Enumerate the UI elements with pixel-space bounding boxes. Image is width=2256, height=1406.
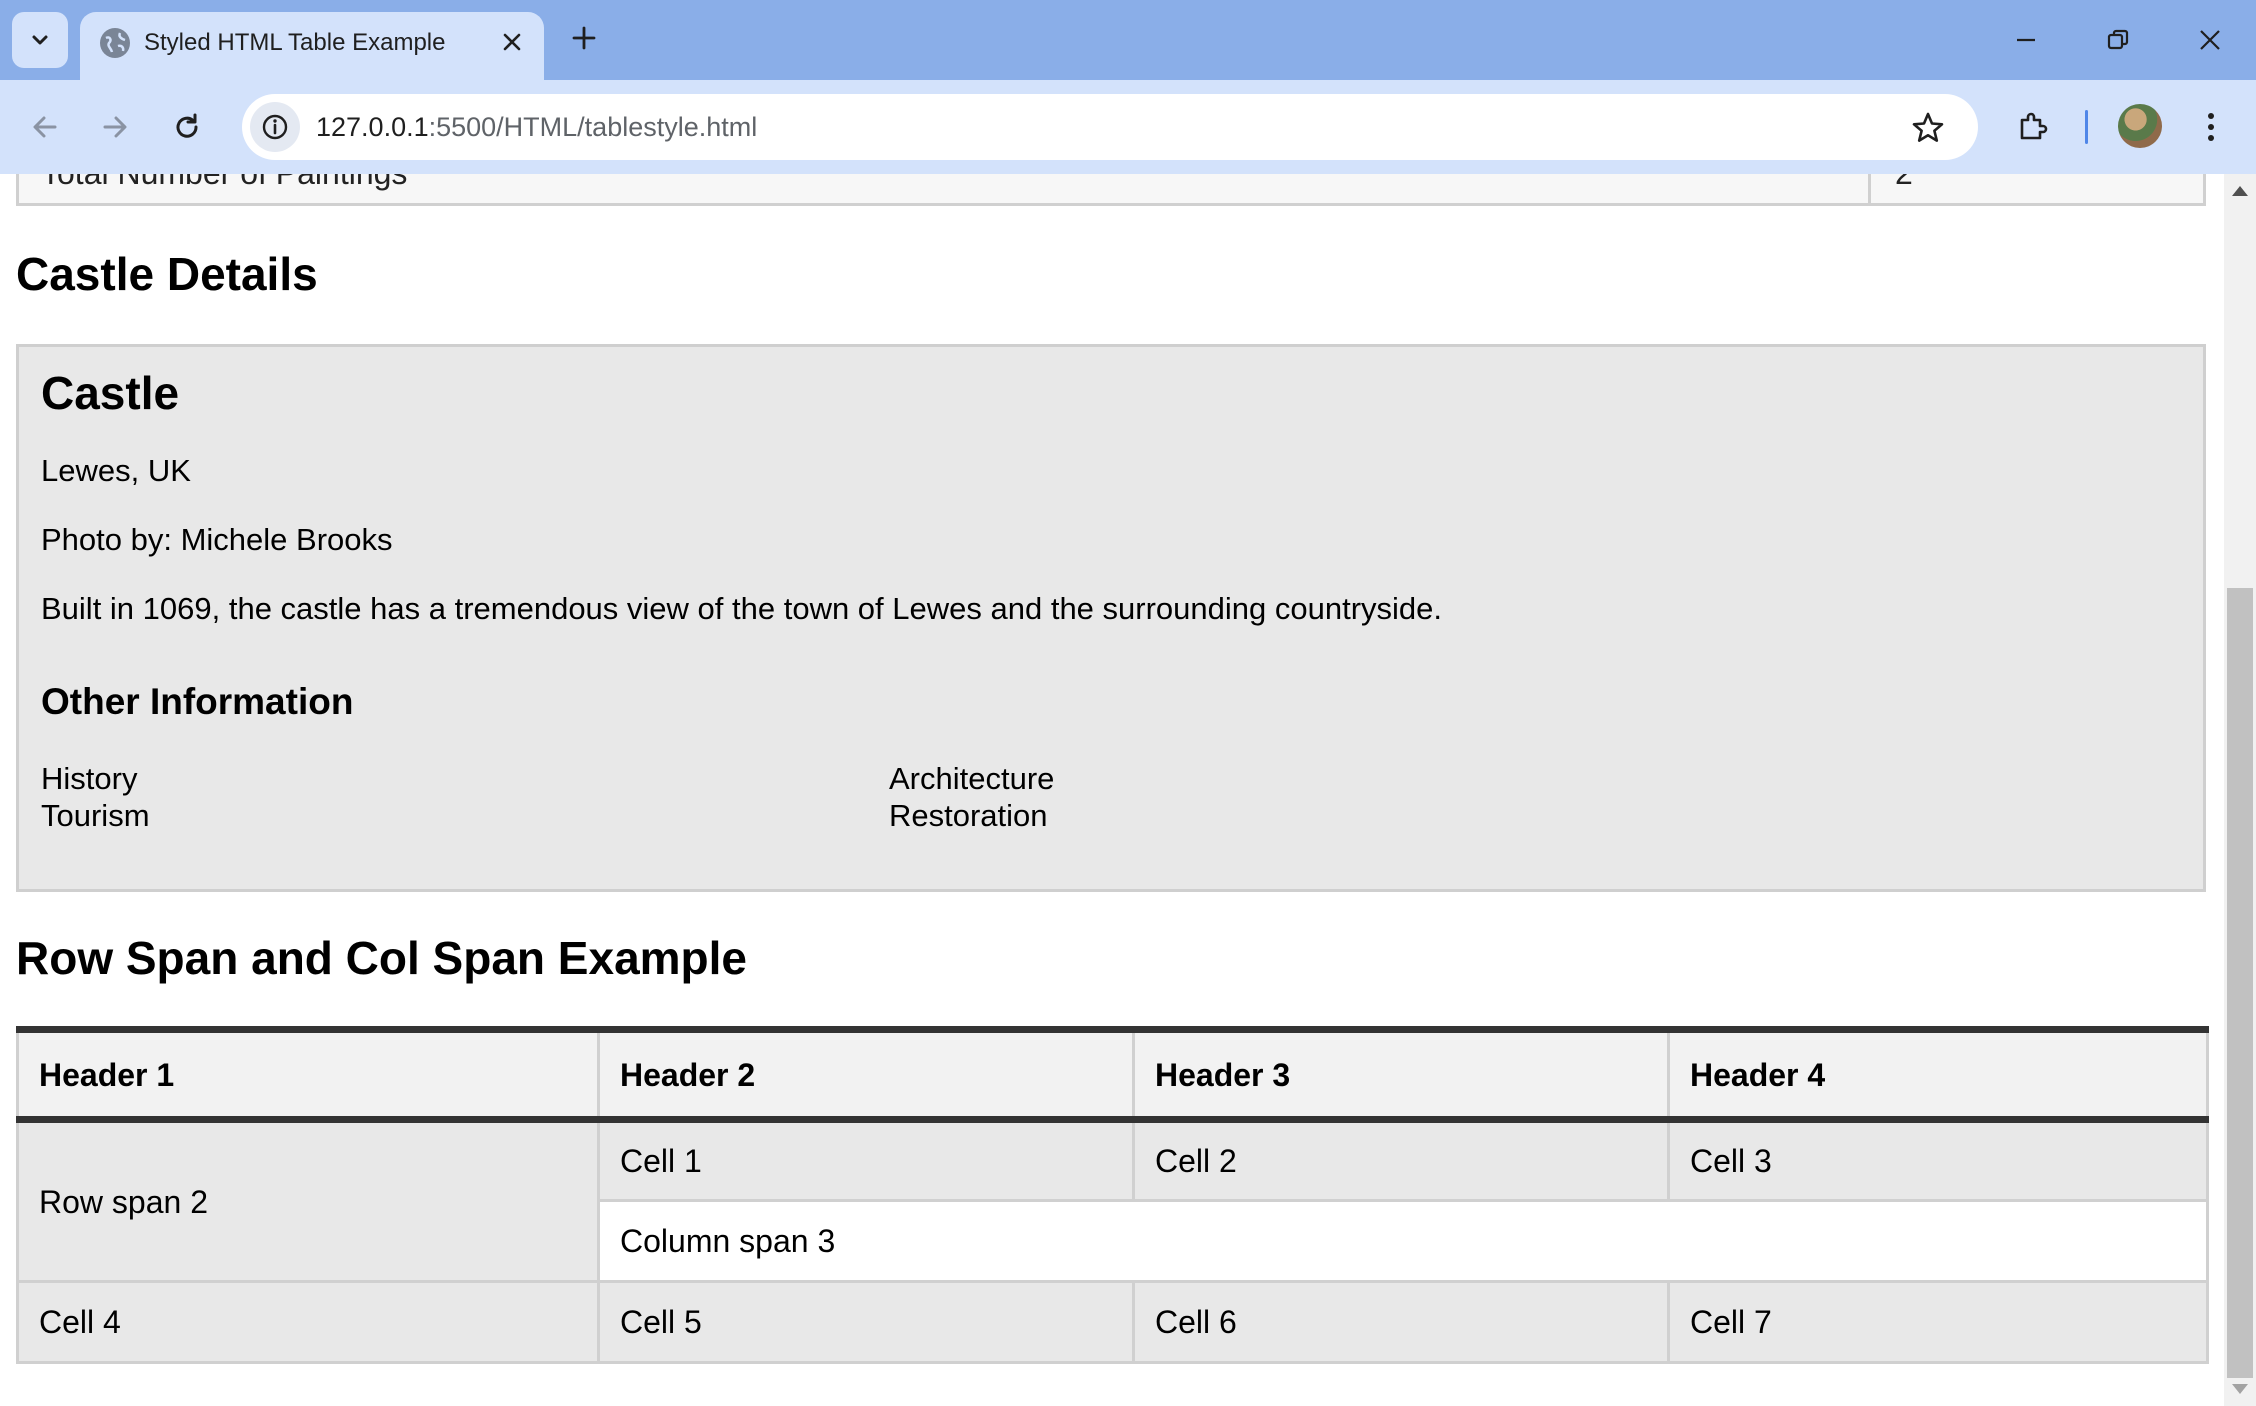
- scroll-up-arrow[interactable]: [2232, 186, 2248, 196]
- browser-tab-active[interactable]: Styled HTML Table Example: [80, 12, 544, 80]
- table-cell: Cell 4: [16, 1280, 600, 1364]
- table-cell: Cell 5: [597, 1280, 1135, 1364]
- castle-description: Built in 1069, the castle has a tremendo…: [41, 591, 1443, 626]
- minimize-button[interactable]: [1996, 14, 2056, 66]
- table-header: Header 1: [16, 1026, 600, 1123]
- info-item-restoration: Restoration: [889, 798, 1048, 833]
- table-cell: Cell 7: [1667, 1280, 2209, 1364]
- close-window-button[interactable]: [2180, 14, 2240, 66]
- castle-card: Castle Lewes, UK Photo by: Michele Brook…: [16, 344, 2206, 892]
- restore-button[interactable]: [2088, 14, 2148, 66]
- table-cell: Cell 2: [1132, 1118, 1670, 1202]
- extensions-button[interactable]: [2008, 102, 2058, 152]
- table-cell: Cell 1: [597, 1118, 1135, 1202]
- toolbar-separator: [2085, 110, 2088, 144]
- back-button[interactable]: [20, 102, 70, 152]
- paintings-summary-table: Total Number of Paintings 2: [16, 174, 2206, 206]
- globe-icon: [100, 28, 130, 58]
- new-tab-button[interactable]: [562, 16, 606, 60]
- forward-button[interactable]: [90, 102, 140, 152]
- summary-label: Total Number of Paintings: [41, 174, 407, 192]
- url-text: 127.0.0.1:5500/HTML/tablestyle.html: [316, 109, 757, 145]
- url-host: 127.0.0.1: [316, 112, 429, 142]
- table-cell: Cell 6: [1132, 1280, 1670, 1364]
- site-info-button[interactable]: [250, 102, 300, 152]
- table-row: Cell 4 Cell 5 Cell 6 Cell 7: [16, 1280, 2209, 1364]
- tab-close-button[interactable]: [494, 24, 530, 60]
- castle-details-heading: Castle Details: [16, 248, 318, 300]
- castle-location: Lewes, UK: [41, 453, 191, 488]
- reload-icon: [176, 113, 198, 138]
- chevron-down-icon: [32, 35, 48, 45]
- tab-search-button[interactable]: [12, 12, 68, 68]
- castle-photo-credit: Photo by: Michele Brooks: [41, 522, 393, 557]
- plus-icon: [572, 26, 596, 50]
- table-header: Header 2: [597, 1026, 1135, 1123]
- table-row: Row span 2 Cell 1 Cell 2 Cell 3: [16, 1118, 2209, 1283]
- other-information-heading: Other Information: [41, 681, 354, 722]
- restore-icon: [2107, 29, 2129, 50]
- puzzle-icon: [2020, 112, 2048, 140]
- close-icon: [503, 33, 521, 51]
- table-header: Header 3: [1132, 1026, 1670, 1123]
- span-example-heading: Row Span and Col Span Example: [16, 932, 748, 984]
- arrow-right-icon: [103, 116, 127, 138]
- info-icon: [262, 114, 288, 140]
- minimize-icon: [2017, 38, 2035, 42]
- vertical-scrollbar[interactable]: [2224, 174, 2256, 1406]
- browser-toolbar: 127.0.0.1:5500/HTML/tablestyle.html: [0, 80, 2256, 174]
- star-icon: [1912, 112, 1944, 142]
- address-bar[interactable]: 127.0.0.1:5500/HTML/tablestyle.html: [242, 94, 1978, 160]
- page-viewport: Total Number of Paintings 2 Castle Detai…: [0, 174, 2224, 1406]
- tab-strip: Styled HTML Table Example: [0, 0, 2256, 80]
- tab-title: Styled HTML Table Example: [144, 29, 446, 56]
- table-header: Header 4: [1667, 1026, 2209, 1123]
- browser-menu-button[interactable]: [2186, 102, 2236, 152]
- castle-title: Castle: [41, 367, 180, 419]
- scroll-thumb[interactable]: [2227, 588, 2253, 1378]
- scroll-down-arrow[interactable]: [2232, 1384, 2248, 1394]
- info-item-architecture: Architecture: [889, 761, 1055, 796]
- profile-avatar[interactable]: [2118, 104, 2162, 148]
- bookmark-button[interactable]: [1908, 108, 1948, 148]
- reload-button[interactable]: [162, 102, 212, 152]
- span-table: Header 1 Header 2 Header 3 Header 4 Row …: [16, 1026, 2209, 1364]
- table-cell: Cell 3: [1667, 1118, 2209, 1202]
- arrow-left-icon: [33, 116, 57, 138]
- summary-value: 2: [1895, 174, 1913, 192]
- col-span-cell: Column span 3: [597, 1199, 2209, 1283]
- url-path: :5500/HTML/tablestyle.html: [428, 112, 758, 142]
- row-span-cell: Row span 2: [16, 1118, 600, 1283]
- table-header-row: Header 1 Header 2 Header 3 Header 4: [16, 1026, 2209, 1123]
- table-cell: Total Number of Paintings: [19, 174, 1871, 203]
- close-icon: [2200, 30, 2220, 50]
- info-item-tourism: Tourism: [41, 798, 150, 833]
- more-vertical-icon: [2208, 113, 2214, 141]
- info-item-history: History: [41, 761, 138, 796]
